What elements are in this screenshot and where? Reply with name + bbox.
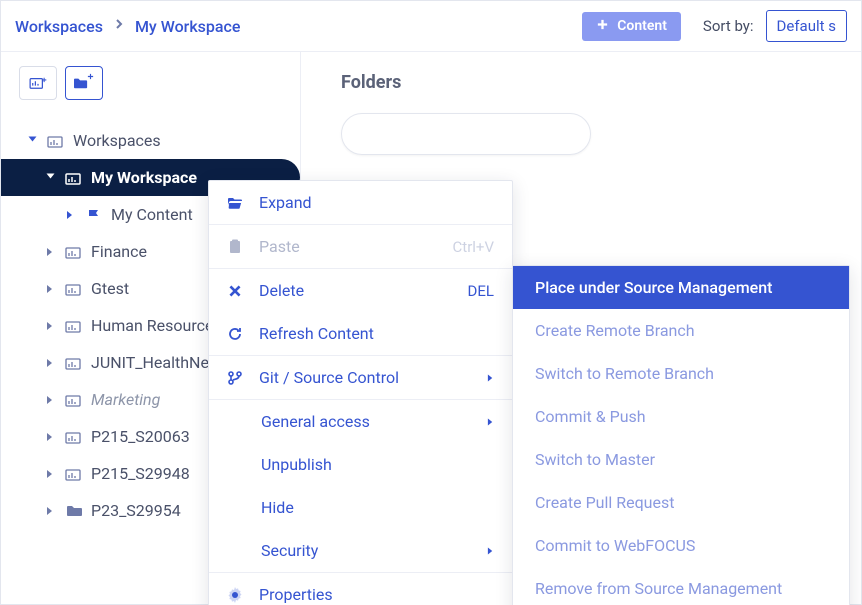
chevron-right-icon: [113, 18, 125, 34]
menu-label: Security: [261, 541, 318, 560]
tree-label: My Workspace: [91, 168, 197, 187]
tree-label: Human Resources: [91, 316, 222, 335]
submenu-commit-push: Commit & Push: [513, 395, 849, 438]
caret-right-icon: [45, 501, 57, 520]
workspace-icon: [65, 466, 83, 482]
caret-right-icon: [45, 390, 57, 409]
submenu-switch-master: Switch to Master: [513, 438, 849, 481]
workspace-icon: [65, 170, 83, 186]
menu-general-access[interactable]: General access: [209, 400, 512, 443]
sort-select[interactable]: Default s: [766, 10, 847, 42]
sort-by-label: Sort by:: [703, 17, 754, 35]
caret-right-icon: [487, 368, 494, 387]
caret-right-icon: [45, 279, 57, 298]
git-submenu: Place under Source Management Create Rem…: [512, 265, 850, 605]
tree-label: JUNIT_HealthNet: [91, 353, 214, 372]
tree-label: P215_S29948: [91, 464, 190, 483]
folders-heading: Folders: [341, 72, 821, 93]
submenu-remove-source: Remove from Source Management: [513, 567, 849, 605]
menu-label: Remove from Source Management: [535, 579, 782, 598]
caret-right-icon: [45, 464, 57, 483]
menu-shortcut: Ctrl+V: [453, 238, 494, 256]
content-button-label: Content: [617, 18, 667, 34]
plus-icon: [596, 18, 609, 35]
tree-label: Marketing: [91, 390, 160, 409]
menu-git[interactable]: Git / Source Control: [209, 356, 512, 399]
new-folder-button[interactable]: [65, 66, 103, 100]
submenu-pull-request: Create Pull Request: [513, 481, 849, 524]
workspace-icon: [65, 318, 83, 334]
submenu-switch-branch: Switch to Remote Branch: [513, 352, 849, 395]
menu-security[interactable]: Security: [209, 529, 512, 572]
menu-label: General access: [261, 412, 370, 431]
menu-paste: Paste Ctrl+V: [209, 225, 512, 268]
menu-label: Hide: [261, 498, 294, 517]
menu-label: Properties: [259, 585, 333, 604]
menu-properties[interactable]: Properties: [209, 573, 512, 605]
menu-expand[interactable]: Expand: [209, 181, 512, 224]
caret-right-icon: [487, 412, 494, 431]
menu-label: Refresh Content: [259, 324, 374, 343]
menu-label: Paste: [259, 237, 300, 256]
workspace-icon: [47, 133, 65, 149]
caret-down-icon: [42, 172, 61, 184]
menu-label: Create Remote Branch: [535, 321, 695, 340]
refresh-icon: [227, 326, 245, 342]
new-folder-tile[interactable]: [341, 113, 591, 155]
breadcrumb-current[interactable]: My Workspace: [135, 17, 241, 36]
menu-label: Commit to WebFOCUS: [535, 536, 695, 555]
header-bar: Workspaces My Workspace Content Sort by:…: [1, 1, 861, 52]
caret-right-icon: [45, 242, 57, 261]
tree-label: Workspaces: [73, 131, 161, 150]
tree-label: Finance: [91, 242, 147, 261]
folder-icon: [65, 503, 83, 519]
tree-label: My Content: [111, 205, 193, 224]
menu-shortcut: DEL: [468, 282, 494, 300]
flag-icon: [85, 207, 103, 223]
tree-node-workspaces[interactable]: Workspaces: [1, 122, 300, 159]
menu-label: Unpublish: [261, 455, 332, 474]
menu-label: Commit & Push: [535, 407, 646, 426]
menu-label: Expand: [259, 193, 312, 212]
gear-icon: [227, 587, 245, 603]
tree-label: Gtest: [91, 279, 129, 298]
caret-right-icon: [45, 316, 57, 335]
submenu-commit-wf: Commit to WebFOCUS: [513, 524, 849, 567]
tree-label: P23_S29954: [91, 501, 181, 520]
caret-right-icon: [487, 541, 494, 560]
workspace-icon: [65, 281, 83, 297]
workspace-icon: [65, 244, 83, 260]
menu-label: Git / Source Control: [259, 368, 399, 387]
menu-refresh[interactable]: Refresh Content: [209, 312, 512, 355]
caret-down-icon: [24, 135, 43, 147]
breadcrumb: Workspaces My Workspace: [15, 17, 582, 36]
menu-label: Switch to Remote Branch: [535, 364, 714, 383]
new-report-button[interactable]: [19, 66, 57, 100]
workspace-icon: [65, 392, 83, 408]
folder-open-icon: [227, 195, 245, 211]
sidebar-toolbar: [1, 52, 300, 114]
tree-label: P215_S20063: [91, 427, 190, 446]
menu-label: Create Pull Request: [535, 493, 674, 512]
menu-delete[interactable]: Delete DEL: [209, 269, 512, 312]
menu-label: Place under Source Management: [535, 278, 772, 297]
menu-label: Delete: [259, 281, 304, 300]
menu-unpublish[interactable]: Unpublish: [209, 443, 512, 486]
workspace-icon: [65, 355, 83, 371]
breadcrumb-workspaces[interactable]: Workspaces: [15, 17, 103, 36]
caret-right-icon: [45, 353, 57, 372]
submenu-place-under-source[interactable]: Place under Source Management: [513, 266, 849, 309]
caret-right-icon: [65, 205, 77, 224]
content-button[interactable]: Content: [582, 12, 681, 41]
git-branch-icon: [227, 370, 245, 386]
clipboard-icon: [227, 239, 245, 255]
workspace-icon: [65, 429, 83, 445]
context-menu: Expand Paste Ctrl+V Delete DEL Refresh C…: [208, 180, 513, 605]
menu-label: Switch to Master: [535, 450, 655, 469]
caret-right-icon: [45, 427, 57, 446]
x-icon: [227, 283, 245, 299]
submenu-create-branch: Create Remote Branch: [513, 309, 849, 352]
menu-hide[interactable]: Hide: [209, 486, 512, 529]
